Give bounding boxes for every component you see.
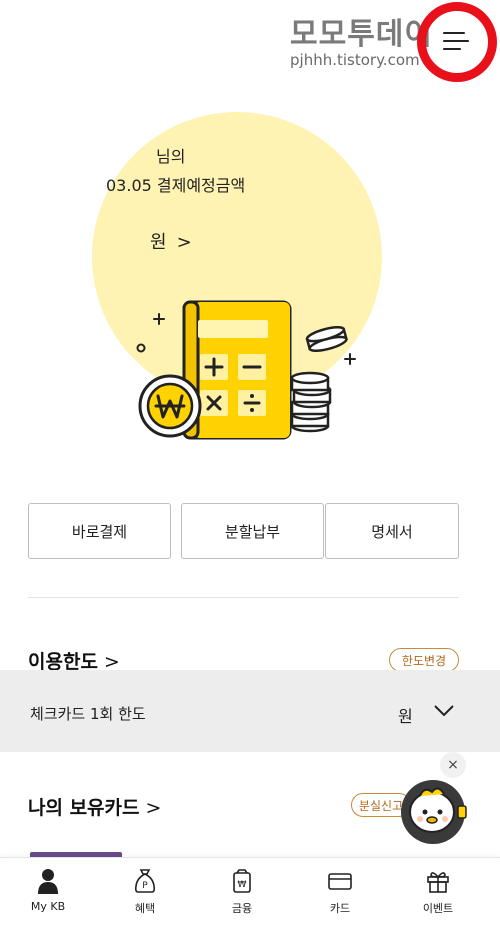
- check-card-limit-label: 체크카드 1회 한도: [30, 705, 146, 723]
- finance-won-bag-icon: ₩: [233, 869, 251, 893]
- gift-icon: [427, 872, 449, 893]
- nav-my-kb[interactable]: My KB: [8, 868, 88, 924]
- nav-finance[interactable]: ₩ 금융: [202, 868, 282, 924]
- chevron-right-icon: >: [176, 232, 192, 253]
- close-icon[interactable]: ×: [440, 752, 466, 778]
- nav-cards[interactable]: 카드: [300, 868, 380, 924]
- person-icon: [38, 869, 58, 894]
- calculator-illustration: [136, 300, 356, 440]
- statement-button[interactable]: 명세서: [325, 503, 459, 559]
- check-card-limit-unit: 원: [398, 707, 413, 726]
- kb-card-home: 모모투데이 pjhhh.tistory.com 님의 03.05 결제예정금액 …: [0, 0, 500, 926]
- watermark-url: pjhhh.tistory.com: [290, 51, 420, 69]
- mascot-chatbot-icon[interactable]: [396, 776, 470, 846]
- nav-label: 카드: [329, 902, 351, 915]
- my-cards-title[interactable]: 나의 보유카드 >: [28, 793, 161, 820]
- nav-label: 혜택: [134, 902, 156, 915]
- change-limit-button[interactable]: 한도변경: [389, 648, 459, 672]
- nav-events[interactable]: 이벤트: [398, 868, 478, 924]
- nav-benefits[interactable]: P 혜택: [105, 868, 185, 924]
- nav-label: My KB: [30, 900, 66, 913]
- due-amount-label: 03.05 결제예정금액: [106, 176, 246, 195]
- nav-label: 금융: [231, 902, 253, 915]
- quick-actions: 바로결제 분할납부 명세서: [28, 503, 459, 559]
- bottom-nav: My KB P 혜택 ₩ 금융 카드 이벤트: [0, 857, 500, 926]
- amount-unit: 원: [150, 232, 167, 253]
- benefit-bag-icon: P: [134, 869, 156, 893]
- svg-text:₩: ₩: [238, 880, 247, 890]
- due-amount-link[interactable]: 원 >: [150, 228, 192, 254]
- chevron-down-icon[interactable]: [432, 700, 456, 720]
- hamburger-menu-icon[interactable]: [443, 28, 473, 54]
- chevron-right-icon: >: [145, 797, 162, 819]
- pay-now-button[interactable]: 바로결제: [28, 503, 171, 559]
- svg-text:P: P: [142, 881, 148, 891]
- installment-button[interactable]: 분할납부: [181, 503, 324, 559]
- nav-label: 이벤트: [422, 902, 454, 915]
- section-divider: [28, 597, 459, 598]
- my-cards-label: 나의 보유카드: [28, 797, 140, 819]
- card-icon: [328, 873, 352, 890]
- user-name-label: 님의: [156, 147, 186, 166]
